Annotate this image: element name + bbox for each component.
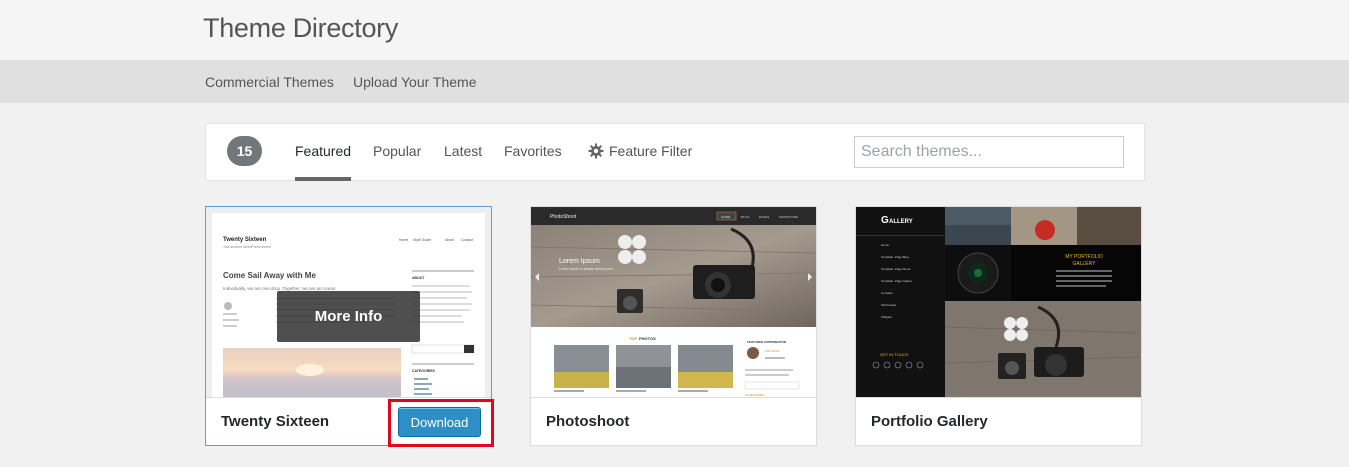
photoshoot-preview: PhotoShoot HOME BLOG PAGES SHORTCODE Lor… [531,207,816,397]
upload-theme-link[interactable]: Upload Your Theme [353,74,477,90]
preview-portfolio-title-1: MY PORTFOLIO [1065,254,1103,260]
preview-menu-item: Home [881,243,889,247]
preview-section-top: TOP [629,336,637,341]
preview-nav-about: About [445,238,454,242]
page-header: Theme Directory [0,0,1349,60]
preview-nav-blog: BLOG [741,215,750,219]
tab-favorites[interactable]: Favorites [504,143,562,181]
search-themes-input[interactable] [854,136,1124,168]
tab-latest[interactable]: Latest [444,143,482,181]
preview-portfolio-title-2: GALLERY [1073,261,1097,267]
theme-card-portfolio-gallery[interactable]: G ALLERY Home Template: Page Blog Templa… [855,206,1142,446]
preview-post-title: Come Sail Away with Me [223,271,316,280]
tab-featured[interactable]: Featured [295,143,352,181]
preview-logo: PhotoShoot [550,214,577,220]
sub-navigation: Commercial Themes Upload Your Theme [0,60,1349,103]
theme-screenshot[interactable]: Twenty Sixteen Just another WordPress th… [206,207,491,397]
preview-menu-item: Template: Page About [881,267,911,271]
theme-filter-bar: 15 Featured Popular Latest Favorites Fea… [205,123,1145,181]
theme-name: Twenty Sixteen [221,413,330,430]
preview-menu-item: Contacts [881,291,893,295]
theme-card-footer: Portfolio Gallery [856,397,1141,445]
preview-hero-text: Lorem ipsum is simply dummy text [559,267,613,271]
preview-nav-style: Style Guide [413,238,431,242]
commercial-themes-link[interactable]: Commercial Themes [205,74,334,90]
preview-nav-home: Home [399,238,408,242]
preview-logo-initial: G [881,215,889,226]
theme-count-badge: 15 [227,136,262,166]
preview-nav-home: HOME [721,215,730,219]
preview-section-photos: PHOTOS [639,336,656,341]
page-title: Theme Directory [203,13,399,43]
preview-contributor-title: FEATURED CONTRIBUTOR [747,340,787,344]
preview-menu-item: Widgets [881,315,892,319]
preview-logo-rest: ALLERY [889,219,913,225]
theme-screenshot[interactable]: G ALLERY Home Template: Page Blog Templa… [856,207,1141,397]
download-highlight-box [388,399,494,447]
preview-contributor-name: Nick Smith [765,349,780,353]
preview-nav-shortcode: SHORTCODE [779,215,798,219]
preview-site-tagline: Just another WordPress theme [223,245,271,249]
preview-get-in-touch: GET IN TOUCH [880,352,909,357]
feature-filter-label: Feature Filter [609,143,693,159]
preview-menu-item: Template: Page Gallery [881,279,913,283]
theme-card-photoshoot[interactable]: PhotoShoot HOME BLOG PAGES SHORTCODE Lor… [530,206,817,446]
preview-nav-contact: Contact [461,238,473,242]
gear-icon [588,143,604,159]
theme-screenshot[interactable]: PhotoShoot HOME BLOG PAGES SHORTCODE Lor… [531,207,816,397]
preview-menu-item: Shortcodes [881,303,897,307]
more-info-button[interactable]: More Info [277,291,420,342]
theme-card-footer: Photoshoot [531,397,816,445]
preview-nav-pages: PAGES [759,215,769,219]
preview-hero-title: Lorem Ipsum [559,258,600,265]
preview-site-title: Twenty Sixteen [223,237,267,243]
preview-sidebar-categories: CATEGORIES [412,369,436,373]
preview-sidebar-about: ABOUT [412,276,425,280]
tab-popular[interactable]: Popular [373,143,421,181]
theme-name: Portfolio Gallery [871,413,988,430]
theme-name: Photoshoot [546,413,630,430]
portfolio-gallery-preview: G ALLERY Home Template: Page Blog Templa… [856,207,1141,397]
feature-filter-button[interactable]: Feature Filter [588,143,692,181]
preview-menu-item: Template: Page Blog [881,255,909,259]
